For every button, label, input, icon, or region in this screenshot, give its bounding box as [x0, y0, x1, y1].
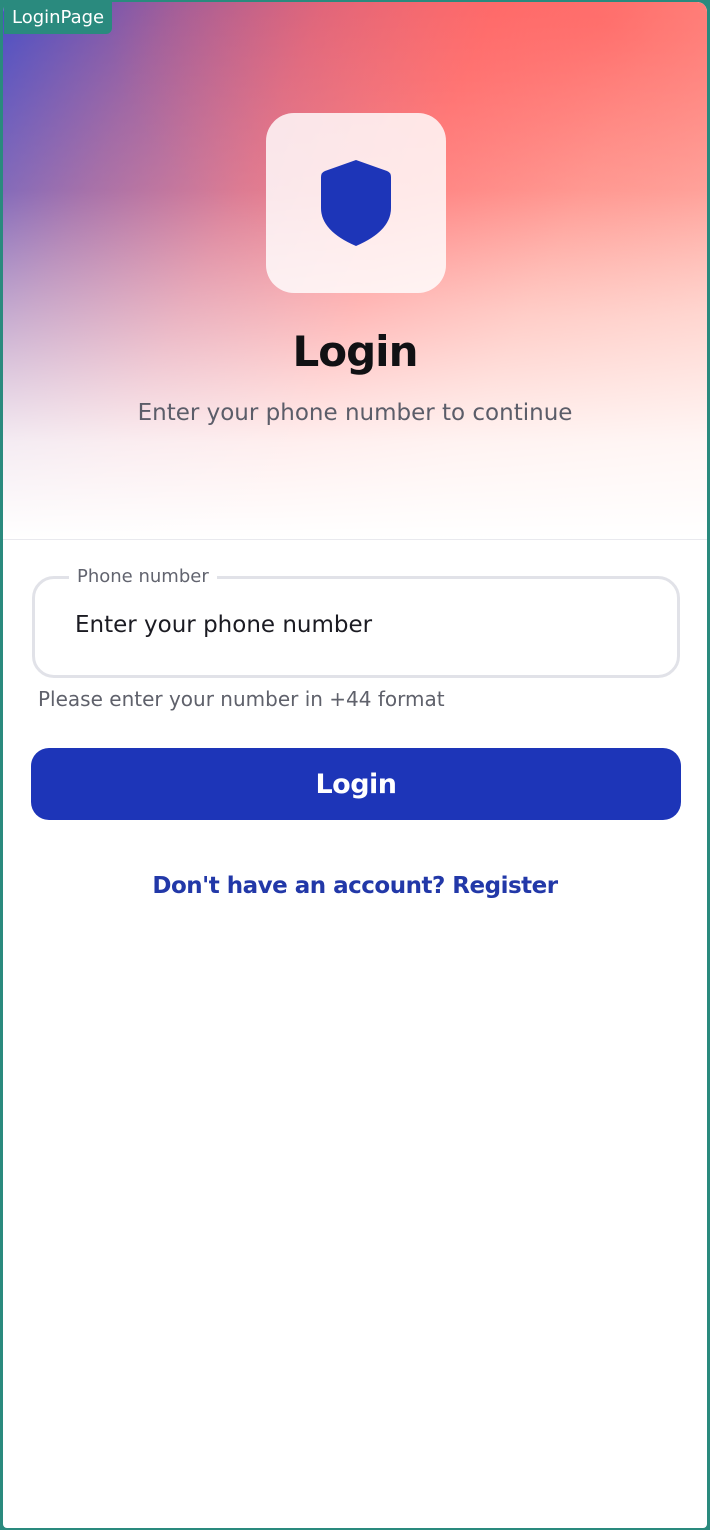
- page-label: LoginPage: [4, 2, 113, 34]
- header-hero: Login Enter your phone number to continu…: [3, 2, 707, 540]
- phone-field[interactable]: Phone number: [32, 565, 680, 678]
- phone-helper-text: Please enter your number in +44 format: [38, 687, 445, 711]
- phone-field-label: Phone number: [69, 565, 217, 589]
- page-title: Login: [292, 327, 419, 376]
- page-subtitle: Enter your phone number to continue: [137, 400, 573, 426]
- phone-input[interactable]: [75, 603, 635, 647]
- login-button[interactable]: Login: [31, 748, 681, 820]
- register-link[interactable]: Don't have an account? Register: [3, 868, 707, 904]
- app-frame: Login Enter your phone number to continu…: [3, 2, 707, 1528]
- shield-icon: [321, 160, 391, 246]
- logo-badge: [266, 113, 446, 293]
